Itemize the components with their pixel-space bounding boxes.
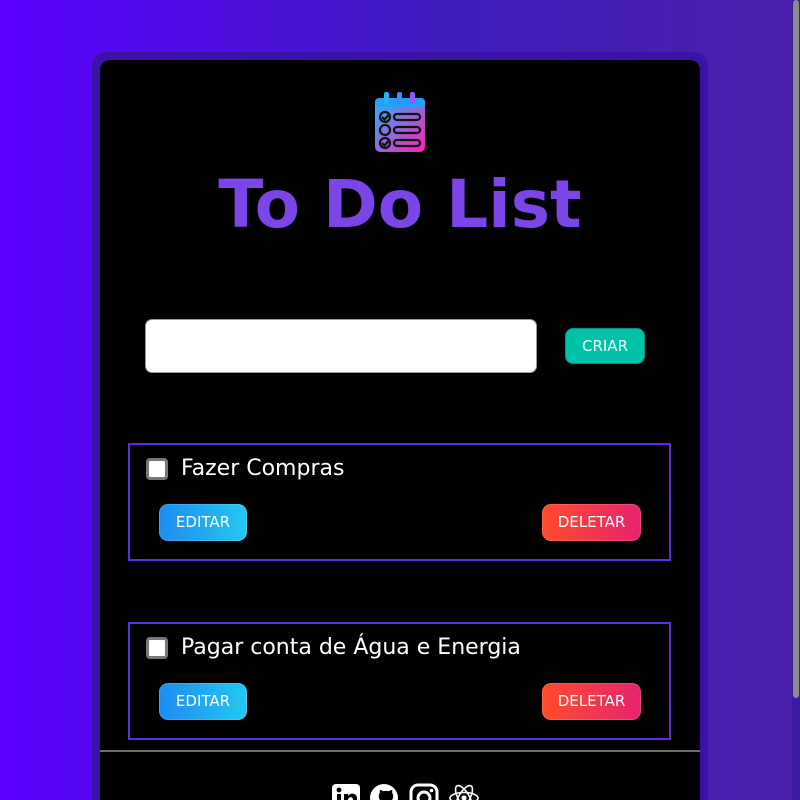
page-scrollbar[interactable] bbox=[792, 0, 800, 800]
github-icon[interactable] bbox=[368, 782, 400, 800]
delete-task-button[interactable]: DELETAR bbox=[542, 504, 641, 541]
checklist-calendar-icon bbox=[375, 92, 425, 152]
footer-divider bbox=[100, 750, 700, 752]
instagram-icon[interactable] bbox=[408, 782, 440, 800]
task-checkbox[interactable] bbox=[146, 637, 168, 659]
task-checkbox[interactable] bbox=[146, 458, 168, 480]
task-text: Pagar conta de Água e Energia bbox=[181, 635, 521, 660]
new-task-input[interactable] bbox=[145, 319, 537, 373]
edit-task-button[interactable]: EDITAR bbox=[159, 504, 247, 541]
linkedin-icon[interactable] bbox=[330, 782, 362, 800]
create-task-button[interactable]: CRIAR bbox=[565, 328, 645, 364]
task-item: Fazer Compras EDITAR DELETAR bbox=[128, 443, 671, 561]
scrollbar-thumb[interactable] bbox=[793, 0, 799, 698]
task-text: Fazer Compras bbox=[181, 456, 345, 481]
todo-card: To Do List CRIAR Fazer Compras EDITAR DE… bbox=[100, 60, 700, 800]
edit-task-button[interactable]: EDITAR bbox=[159, 683, 247, 720]
task-item: Pagar conta de Água e Energia EDITAR DEL… bbox=[128, 622, 671, 740]
page-title: To Do List bbox=[218, 166, 582, 243]
delete-task-button[interactable]: DELETAR bbox=[542, 683, 641, 720]
react-icon[interactable] bbox=[448, 782, 480, 800]
social-links bbox=[328, 782, 488, 800]
